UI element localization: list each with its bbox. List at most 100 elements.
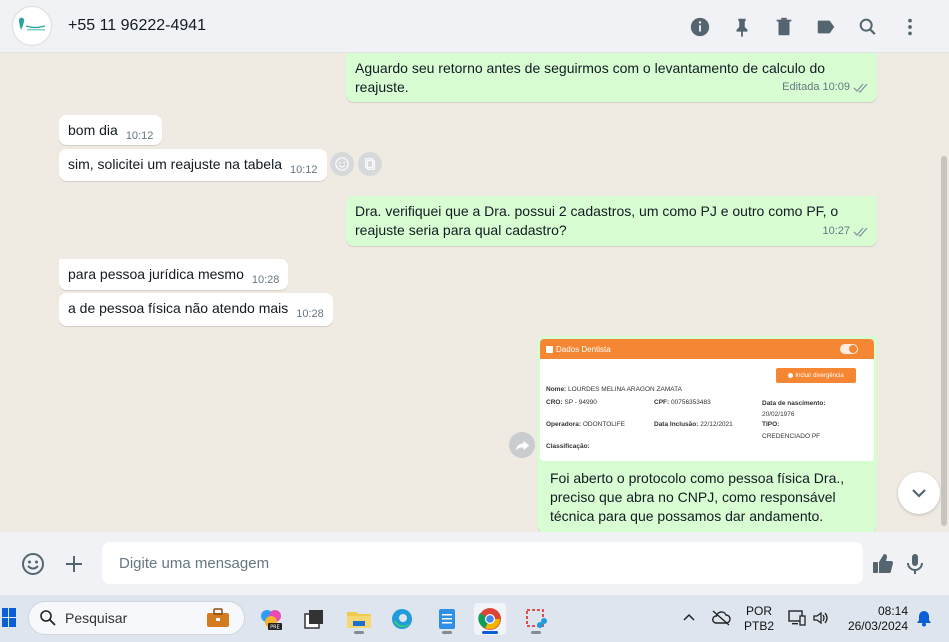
message-time: 10:27 xyxy=(822,225,850,237)
taskbar-snipping-tool[interactable] xyxy=(520,603,552,635)
windows-taskbar: Pesquisar PRE POR PTB2 08:14 26/03/2024 xyxy=(0,595,949,642)
chrome-icon xyxy=(478,608,501,630)
message-text: reajuste seria para qual cadastro? xyxy=(355,222,567,238)
field-name: Nome: LOURDES MELINA ARAGON ZAMATA xyxy=(546,386,682,393)
scroll-to-bottom-button[interactable] xyxy=(898,472,940,514)
plus-icon xyxy=(66,556,82,572)
running-indicator xyxy=(442,631,452,634)
thumbs-up-button[interactable] xyxy=(869,550,897,578)
notepad-icon xyxy=(439,609,455,629)
search-icon[interactable] xyxy=(847,6,889,48)
field-dob-label: Data de nascimento: xyxy=(762,400,826,407)
attach-button[interactable] xyxy=(60,550,88,578)
chat-scrollbar[interactable] xyxy=(941,156,947,526)
contact-avatar[interactable] xyxy=(12,6,52,46)
message-incoming[interactable]: bom dia 10:12 xyxy=(59,115,163,145)
field-inclusao: Data Inclusão: 22/12/2021 xyxy=(654,421,733,428)
taskbar-edge[interactable] xyxy=(386,603,418,635)
clock-time: 08:14 xyxy=(877,604,908,618)
image-card-header: Dados Dentista xyxy=(540,339,874,359)
microphone-icon xyxy=(907,554,923,574)
message-text: bom dia xyxy=(68,122,118,138)
running-indicator xyxy=(531,631,541,634)
message-text: sim, solicitei um reajuste na tabela xyxy=(68,156,282,172)
emoji-reaction-button[interactable] xyxy=(330,152,354,176)
double-check-icon xyxy=(853,83,868,93)
image-attachment[interactable]: Dados Dentista Incluir divergência Nome:… xyxy=(540,339,874,461)
tooth-logo-icon xyxy=(19,17,46,31)
alert-icon xyxy=(788,373,794,378)
thumbs-up-icon xyxy=(873,554,893,573)
forward-icon xyxy=(515,440,529,451)
edge-icon xyxy=(392,609,412,629)
toggle-switch xyxy=(840,344,858,354)
input-language[interactable]: POR PTB2 xyxy=(743,604,775,634)
chevron-down-icon xyxy=(912,489,926,498)
copy-button[interactable] xyxy=(358,152,382,176)
message-text: Aguardo seu retorno antes de seguirmos c… xyxy=(355,60,826,76)
message-time: 10:12 xyxy=(290,164,318,176)
forward-button[interactable] xyxy=(509,432,535,458)
pin-icon[interactable] xyxy=(721,6,763,48)
taskbar-copilot[interactable]: PRE xyxy=(255,603,287,635)
windows-start-button[interactable] xyxy=(2,606,16,630)
volume-icon[interactable] xyxy=(812,609,830,627)
field-cpf: CPF: 00756353483 xyxy=(654,399,711,406)
microphone-button[interactable] xyxy=(901,550,929,578)
search-icon xyxy=(40,610,56,626)
field-classificacao: Classificação: xyxy=(546,443,590,450)
message-outgoing[interactable]: Dra. verifiquei que a Dra. possui 2 cada… xyxy=(346,196,877,246)
clock[interactable]: 08:14 26/03/2024 xyxy=(842,604,912,634)
tray-chevron-up-icon[interactable] xyxy=(682,611,696,625)
message-composer xyxy=(0,532,949,595)
message-text: Dra. verifiquei que a Dra. possui 2 cada… xyxy=(355,203,839,219)
windows-logo-icon xyxy=(2,608,16,627)
delete-icon[interactable] xyxy=(763,6,805,48)
message-time: 10:28 xyxy=(296,308,324,320)
menu-icon[interactable] xyxy=(889,6,931,48)
include-divergence-button: Incluir divergência xyxy=(776,368,856,383)
copy-icon xyxy=(364,158,376,170)
message-text: para pessoa jurídica mesmo xyxy=(68,266,244,282)
caption-line: técnica para que possamos dar andamento. xyxy=(550,508,824,524)
field-operadora: Operadora: ODONTOLIFE xyxy=(546,421,625,428)
taskbar-notepad[interactable] xyxy=(431,603,463,635)
label-icon[interactable] xyxy=(805,6,847,48)
display-icon[interactable] xyxy=(788,609,806,627)
user-icon xyxy=(546,345,553,353)
message-time: 10:28 xyxy=(251,274,280,286)
keyboard-layout: PTB2 xyxy=(743,619,774,633)
scissors-icon xyxy=(526,609,547,628)
task-view-icon xyxy=(304,610,323,629)
contact-name[interactable]: +55 11 96222-4941 xyxy=(68,17,206,35)
taskbar-chrome[interactable] xyxy=(474,603,506,635)
field-tipo-label: TIPO: xyxy=(762,421,780,428)
image-caption: Foi aberto o protocolo como pessoa físic… xyxy=(540,461,874,532)
chat-header: +55 11 96222-4941 xyxy=(0,0,949,53)
message-incoming[interactable]: a de pessoa física não atendo mais 10:28 xyxy=(59,293,333,326)
search-placeholder: Pesquisar xyxy=(65,610,128,626)
taskbar-search[interactable]: Pesquisar xyxy=(28,601,245,635)
message-time: 10:12 xyxy=(125,130,154,142)
copilot-icon: PRE xyxy=(261,610,282,631)
info-icon[interactable] xyxy=(679,6,721,48)
emoji-button[interactable] xyxy=(19,550,47,578)
cloud-offline-icon[interactable] xyxy=(711,609,731,627)
double-check-icon xyxy=(853,227,868,237)
button-label: Incluir divergência xyxy=(795,372,844,379)
notification-bell-icon[interactable] xyxy=(916,609,932,627)
message-meta: 10:27 xyxy=(822,222,869,241)
field-cro: CRO: SP - 94990 xyxy=(546,399,597,406)
clock-date: 26/03/2024 xyxy=(847,619,908,633)
message-outgoing[interactable]: Aguardo seu retorno antes de seguirmos c… xyxy=(346,53,877,102)
smiley-icon xyxy=(335,157,349,171)
message-incoming[interactable]: para pessoa jurídica mesmo 10:28 xyxy=(59,259,289,290)
taskbar-file-explorer[interactable] xyxy=(343,603,375,635)
taskbar-task-view[interactable] xyxy=(298,603,330,635)
message-incoming[interactable]: sim, solicitei um reajuste na tabela 10:1… xyxy=(59,149,327,181)
active-indicator xyxy=(482,631,498,634)
language-code: POR xyxy=(745,604,772,618)
message-text: a de pessoa física não atendo mais xyxy=(68,300,289,316)
message-meta: Editada 10:09 xyxy=(782,78,869,97)
message-input[interactable] xyxy=(102,542,863,584)
